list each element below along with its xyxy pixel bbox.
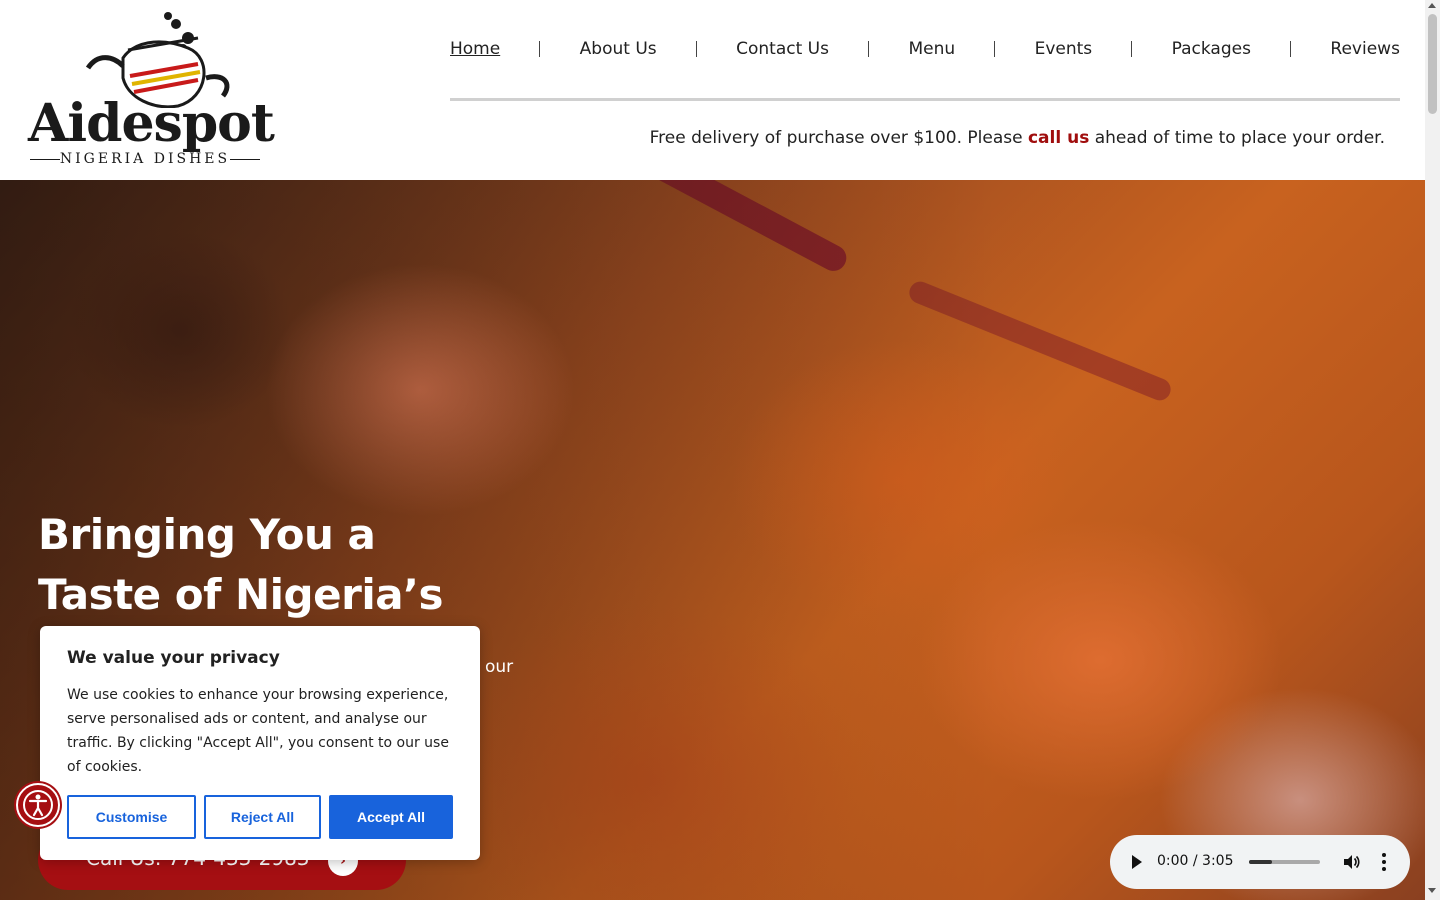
more-options-icon[interactable] (1382, 852, 1386, 872)
logo-subtitle: NIGERIA DISHES (59, 151, 231, 167)
nav-contact-us[interactable]: Contact Us (736, 39, 829, 59)
nav-reviews[interactable]: Reviews (1330, 39, 1400, 59)
audio-time: 0:00 / 3:05 (1157, 853, 1234, 869)
nav-events[interactable]: Events (1035, 39, 1093, 59)
site-header: Aidespot NIGERIA DISHES Home About Us Co… (0, 0, 1425, 180)
cookie-consent-banner: We value your privacy We use cookies to … (40, 626, 480, 860)
main-nav: Home About Us Contact Us Menu Events Pac… (450, 36, 1400, 62)
nav-divider (868, 41, 870, 57)
nav-about-us[interactable]: About Us (580, 39, 657, 59)
audio-player: 0:00 / 3:05 (1110, 835, 1410, 889)
call-us-link[interactable]: call us (1028, 128, 1089, 148)
accessibility-icon (23, 790, 53, 820)
logo-brand: Aidespot (28, 93, 275, 154)
logo-rule-right (230, 159, 260, 160)
play-icon[interactable] (1132, 855, 1142, 869)
nav-packages[interactable]: Packages (1172, 39, 1251, 59)
page-scrollbar[interactable] (1425, 0, 1440, 900)
nav-divider-rule (450, 98, 1400, 101)
scroll-thumb[interactable] (1428, 14, 1437, 114)
hero-text-fragment: our (485, 657, 514, 677)
accessibility-button[interactable] (16, 783, 60, 827)
delivery-promo: Free delivery of purchase over $100. Ple… (650, 128, 1385, 148)
nav-menu[interactable]: Menu (908, 39, 955, 59)
site-logo[interactable]: Aidespot NIGERIA DISHES (28, 8, 275, 170)
nav-divider (994, 41, 996, 57)
nav-divider (1290, 41, 1292, 57)
nav-divider (539, 41, 541, 57)
cookie-title: We value your privacy (67, 648, 280, 668)
reject-all-button[interactable]: Reject All (204, 795, 321, 839)
promo-text-before: Free delivery of purchase over $100. Ple… (649, 128, 1028, 148)
cookie-description: We use cookies to enhance your browsing … (67, 687, 449, 775)
volume-icon[interactable] (1342, 853, 1360, 871)
accept-all-button[interactable]: Accept All (329, 795, 453, 839)
customise-button[interactable]: Customise (67, 795, 196, 839)
volume-slider-fill (1249, 860, 1273, 864)
nav-divider (695, 41, 697, 57)
nav-divider (1131, 41, 1133, 57)
nav-home[interactable]: Home (450, 39, 500, 59)
promo-text-after: ahead of time to place your order. (1089, 128, 1385, 148)
scroll-down-arrow-icon[interactable] (1428, 888, 1436, 893)
scroll-up-arrow-icon[interactable] (1428, 3, 1436, 8)
volume-slider[interactable] (1249, 860, 1320, 864)
